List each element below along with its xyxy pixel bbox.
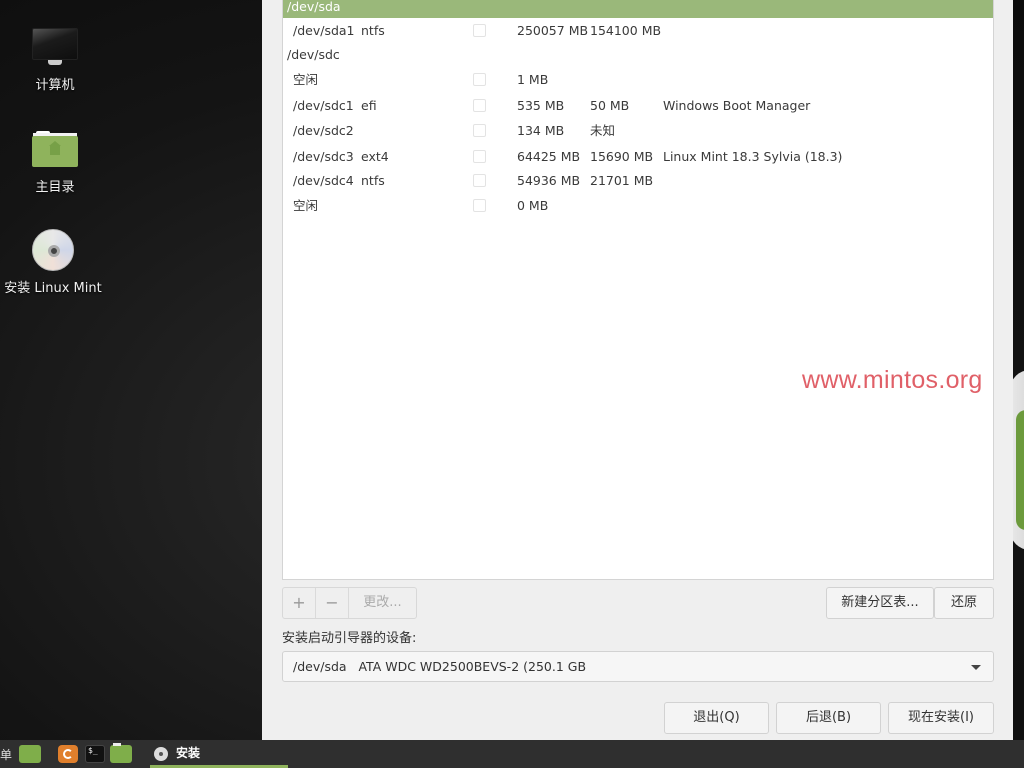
- quit-button[interactable]: 退出(Q): [664, 702, 769, 734]
- desktop-icon-home[interactable]: 主目录: [0, 131, 110, 195]
- partition-edit-group: + − 更改...: [282, 587, 417, 619]
- format-checkbox[interactable]: [473, 124, 486, 137]
- watermark-text: www.mintos.org: [802, 366, 983, 394]
- size: 1 MB: [517, 72, 549, 87]
- taskbar: 单 $_ 安装: [0, 740, 1024, 768]
- size: 0 MB: [517, 198, 549, 213]
- bootloader-label: 安装启动引导器的设备:: [282, 631, 417, 646]
- used: 154100 MB: [590, 23, 662, 38]
- partition-row[interactable]: /dev/sdc: [283, 42, 993, 67]
- taskbar-task-installer[interactable]: 安装: [150, 740, 288, 768]
- fs-type: efi: [361, 98, 377, 113]
- partition-row[interactable]: /dev/sda1 ntfs 250057 MB 154100 MB: [283, 18, 993, 43]
- desktop-icon-label: 安装 Linux Mint: [4, 281, 102, 296]
- desktop-icon-install[interactable]: 安装 Linux Mint: [0, 229, 108, 296]
- install-disc-icon: [32, 229, 74, 271]
- partition-row[interactable]: /dev/sda: [283, 0, 993, 18]
- device-name: 空闲: [293, 72, 319, 87]
- add-partition-button[interactable]: +: [283, 588, 316, 618]
- device-name: /dev/sdc3: [293, 149, 354, 164]
- size: 535 MB: [517, 98, 565, 113]
- size: 134 MB: [517, 123, 565, 138]
- revert-button[interactable]: 还原: [934, 587, 994, 619]
- files-folder-icon[interactable]: [110, 743, 132, 763]
- size: 64425 MB: [517, 149, 581, 164]
- used: 15690 MB: [590, 149, 654, 164]
- device-name: /dev/sda: [287, 0, 341, 14]
- dropdown-arrow-icon: [971, 665, 981, 670]
- partition-row[interactable]: /dev/sdc1 efi 535 MB 50 MB Windows Boot …: [283, 93, 993, 118]
- used: 未知: [590, 123, 616, 138]
- partition-row[interactable]: /dev/sdc4 ntfs 54936 MB 21701 MB: [283, 168, 993, 193]
- install-now-button[interactable]: 现在安装(I): [888, 702, 994, 734]
- terminal-icon[interactable]: $_: [85, 745, 105, 763]
- device-name: /dev/sdc1: [293, 98, 354, 113]
- partition-row[interactable]: /dev/sdc2 134 MB 未知: [283, 118, 993, 143]
- menu-button[interactable]: 单: [0, 746, 12, 763]
- format-checkbox[interactable]: [473, 199, 486, 212]
- format-checkbox[interactable]: [473, 99, 486, 112]
- partition-row[interactable]: 空闲 1 MB: [283, 67, 993, 92]
- format-checkbox[interactable]: [473, 24, 486, 37]
- system: Linux Mint 18.3 Sylvia (18.3): [663, 149, 843, 164]
- change-partition-button[interactable]: 更改...: [349, 588, 416, 618]
- desktop-icon-computer[interactable]: 计算机: [0, 28, 110, 93]
- fs-type: ntfs: [361, 173, 385, 188]
- bootloader-device-select[interactable]: /dev/sda ATA WDC WD2500BEVS-2 (250.1 GB: [282, 651, 994, 682]
- fs-type: ntfs: [361, 23, 385, 38]
- bootloader-selected-value: /dev/sda ATA WDC WD2500BEVS-2 (250.1 GB: [293, 659, 587, 674]
- device-name: 空闲: [293, 198, 319, 213]
- firefox-icon[interactable]: [58, 745, 78, 763]
- fs-type: ext4: [361, 149, 389, 164]
- size: 250057 MB: [517, 23, 589, 38]
- partition-row[interactable]: /dev/sdc3 ext4 64425 MB 15690 MB Linux M…: [283, 144, 993, 169]
- format-checkbox[interactable]: [473, 174, 486, 187]
- system: Windows Boot Manager: [663, 98, 811, 113]
- device-name: /dev/sdc2: [293, 123, 354, 138]
- show-desktop-icon[interactable]: [19, 745, 41, 763]
- home-folder-icon: [32, 131, 78, 167]
- format-checkbox[interactable]: [473, 150, 486, 163]
- used: 21701 MB: [590, 173, 654, 188]
- device-name: /dev/sdc4: [293, 173, 354, 188]
- partition-table[interactable]: /dev/sda /dev/sda1 ntfs 250057 MB 154100…: [282, 0, 994, 580]
- back-button[interactable]: 后退(B): [776, 702, 881, 734]
- terminal-glyph: $_: [88, 746, 98, 755]
- partition-row[interactable]: 空闲 0 MB: [283, 193, 993, 218]
- remove-partition-button[interactable]: −: [316, 588, 349, 618]
- new-partition-table-button[interactable]: 新建分区表...: [826, 587, 934, 619]
- size: 54936 MB: [517, 173, 581, 188]
- computer-icon: [32, 28, 78, 68]
- format-checkbox[interactable]: [473, 73, 486, 86]
- install-disc-icon: [154, 747, 168, 761]
- task-label: 安装: [176, 746, 201, 760]
- desktop-icon-label: 计算机: [35, 78, 75, 93]
- desktop-icon-label: 主目录: [35, 180, 75, 195]
- device-name: /dev/sdc: [287, 47, 340, 62]
- device-name: /dev/sda1: [293, 23, 355, 38]
- used: 50 MB: [590, 98, 630, 113]
